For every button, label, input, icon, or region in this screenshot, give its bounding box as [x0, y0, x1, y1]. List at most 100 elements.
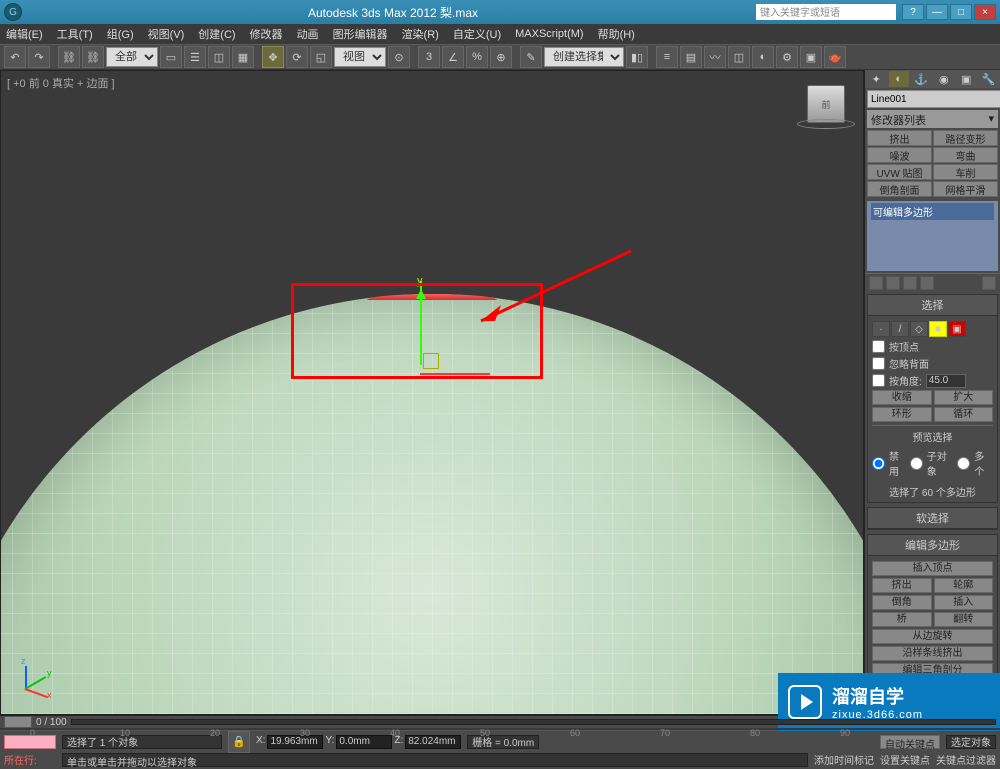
subobj-border-icon[interactable]: ◇ [910, 321, 928, 337]
flip-button[interactable]: 翻转 [934, 612, 994, 627]
subobj-polygon-icon[interactable]: ■ [929, 321, 947, 337]
viewport-front[interactable]: [ +0 前 0 真实 + 边面 ] 前 y z y x [0, 70, 864, 715]
move-icon[interactable]: ✥ [262, 46, 284, 68]
show-end-result-icon[interactable] [886, 276, 900, 290]
menu-tools[interactable]: 工具(T) [57, 26, 93, 42]
extrude-spline-button[interactable]: 沿样条线挤出 [872, 646, 993, 661]
mod-pathdeform[interactable]: 路径变形 [933, 130, 998, 146]
angle-snap-icon[interactable]: ∠ [442, 46, 464, 68]
help-icon[interactable]: ? [902, 4, 924, 20]
bevel-button[interactable]: 倒角 [872, 595, 932, 610]
add-time-tag[interactable]: 添加时间标记 [814, 752, 874, 767]
menu-maxscript[interactable]: MAXScript(M) [515, 28, 583, 40]
outline-button[interactable]: 轮廓 [934, 578, 994, 593]
preview-subobj-radio[interactable]: 子对象 [910, 448, 955, 478]
key-filters[interactable]: 关键点过滤器 [936, 752, 996, 767]
tab-motion-icon[interactable]: ◉ [933, 70, 956, 88]
mod-uvwmap[interactable]: UVW 贴图 [867, 164, 932, 180]
select-region-icon[interactable]: ◫ [208, 46, 230, 68]
lock-selection-icon[interactable]: 🔒 [228, 731, 250, 753]
set-key-button[interactable]: 设置关键点 [880, 752, 930, 767]
hinge-button[interactable]: 从边旋转 [872, 629, 993, 644]
render-frame-icon[interactable]: ▣ [800, 46, 822, 68]
subobj-vertex-icon[interactable]: · [872, 321, 890, 337]
menu-create[interactable]: 创建(C) [198, 26, 235, 42]
tab-modify-icon[interactable]: ◐ [888, 70, 911, 88]
object-name-input[interactable] [867, 90, 1000, 108]
subobj-element-icon[interactable]: ▣ [948, 321, 966, 337]
menu-edit[interactable]: 编辑(E) [6, 26, 43, 42]
loop-button[interactable]: 循环 [934, 407, 994, 422]
viewport-label[interactable]: [ +0 前 0 真实 + 边面 ] [7, 75, 115, 91]
layers-icon[interactable]: ▤ [680, 46, 702, 68]
select-name-icon[interactable]: ☰ [184, 46, 206, 68]
remove-modifier-icon[interactable] [920, 276, 934, 290]
rotate-icon[interactable]: ⟳ [286, 46, 308, 68]
mirror-icon[interactable]: ▮▯ [626, 46, 648, 68]
menu-graph-editors[interactable]: 图形编辑器 [333, 26, 388, 42]
tab-hierarchy-icon[interactable]: ⚓ [910, 70, 933, 88]
configure-sets-icon[interactable] [982, 276, 996, 290]
manip-icon[interactable]: ✎ [520, 46, 542, 68]
schematic-icon[interactable]: ◫ [728, 46, 750, 68]
bridge-button[interactable]: 桥 [872, 612, 932, 627]
maximize-icon[interactable]: □ [950, 4, 972, 20]
angle-spinner[interactable] [926, 374, 966, 388]
ignore-backfacing-checkbox[interactable]: 忽略背面 [872, 356, 993, 371]
tab-display-icon[interactable]: ▣ [955, 70, 978, 88]
unlink-icon[interactable]: ⛓ [82, 46, 104, 68]
menu-help[interactable]: 帮助(H) [598, 26, 635, 42]
stack-item-editable-poly[interactable]: 可编辑多边形 [871, 203, 994, 220]
named-selection-sets[interactable]: 创建选择集 [544, 47, 624, 67]
menu-rendering[interactable]: 渲染(R) [402, 26, 439, 42]
preview-off-radio[interactable]: 禁用 [872, 448, 908, 478]
snap-toggle-icon[interactable]: 3 [418, 46, 440, 68]
by-vertex-checkbox[interactable]: 按顶点 [872, 339, 993, 354]
scale-icon[interactable]: ◱ [310, 46, 332, 68]
menu-customize[interactable]: 自定义(U) [453, 26, 501, 42]
mod-meshsmooth[interactable]: 网格平滑 [933, 181, 998, 197]
preview-multi-radio[interactable]: 多个 [957, 448, 993, 478]
insert-vertex-button[interactable]: 插入顶点 [872, 561, 993, 576]
by-angle-checkbox[interactable]: 按角度: [872, 373, 993, 388]
coord-y-input[interactable] [336, 735, 392, 749]
mod-extrude[interactable]: 挤出 [867, 130, 932, 146]
menu-modifiers[interactable]: 修改器 [250, 26, 283, 42]
link-icon[interactable]: ⛓ [58, 46, 80, 68]
percent-snap-icon[interactable]: % [466, 46, 488, 68]
selection-filter[interactable]: 全部 [106, 47, 158, 67]
align-icon[interactable]: ≡ [656, 46, 678, 68]
menu-animation[interactable]: 动画 [297, 26, 319, 42]
time-ruler[interactable]: 0 10 20 30 40 50 60 70 80 90 [0, 728, 1000, 730]
help-search-input[interactable]: 键入关键字或短语 [756, 4, 896, 20]
viewcube-ring-icon[interactable] [797, 119, 855, 129]
mod-bevelprofile[interactable]: 倒角剖面 [867, 181, 932, 197]
window-crossing-icon[interactable]: ▦ [232, 46, 254, 68]
time-track[interactable] [71, 719, 996, 725]
redo-icon[interactable]: ↷ [28, 46, 50, 68]
coord-z-input[interactable] [405, 735, 461, 749]
close-icon[interactable]: × [974, 4, 996, 20]
grow-button[interactable]: 扩大 [934, 390, 994, 405]
inset-button[interactable]: 插入 [934, 595, 994, 610]
auto-key-button[interactable]: 自动关键点 [880, 735, 940, 749]
shrink-button[interactable]: 收缩 [872, 390, 932, 405]
viewcube[interactable]: 前 [807, 85, 845, 123]
render-setup-icon[interactable]: ⚙ [776, 46, 798, 68]
mod-bend[interactable]: 弯曲 [933, 147, 998, 163]
time-slider[interactable] [4, 716, 32, 728]
menu-group[interactable]: 组(G) [107, 26, 134, 42]
ring-button[interactable]: 环形 [872, 407, 932, 422]
pin-stack-icon[interactable] [869, 276, 883, 290]
make-unique-icon[interactable] [903, 276, 917, 290]
minimize-icon[interactable]: — [926, 4, 948, 20]
undo-icon[interactable]: ↶ [4, 46, 26, 68]
coord-x-input[interactable] [267, 735, 323, 749]
render-icon[interactable]: 🫖 [824, 46, 846, 68]
spinner-snap-icon[interactable]: ⊕ [490, 46, 512, 68]
tab-utilities-icon[interactable]: 🔧 [978, 70, 1000, 88]
material-editor-icon[interactable]: ◐ [752, 46, 774, 68]
menu-view[interactable]: 视图(V) [148, 26, 185, 42]
modifier-list-dropdown[interactable]: 修改器列表▾ [867, 110, 998, 128]
tab-create-icon[interactable]: ✦ [865, 70, 888, 88]
